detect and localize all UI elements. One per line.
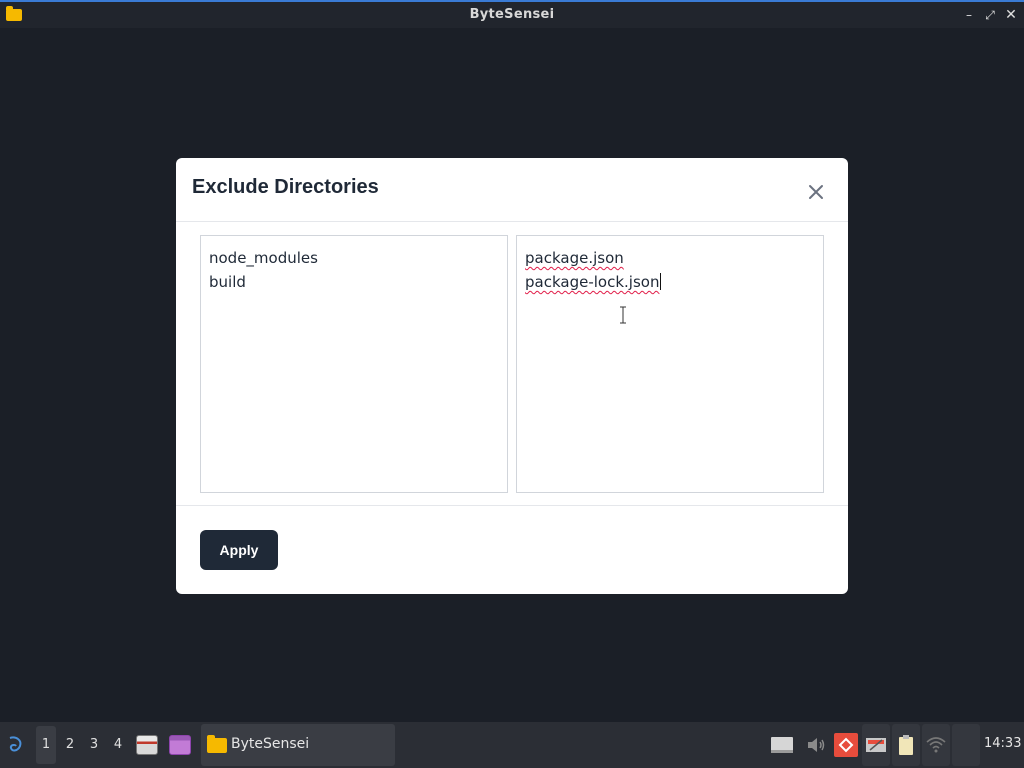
window-titlebar: ByteSensei – ⤢ ✕	[0, 0, 1024, 28]
apply-button[interactable]: Apply	[200, 530, 278, 570]
start-menu-icon[interactable]	[6, 735, 26, 755]
dialog-footer: Apply	[176, 505, 848, 594]
close-icon[interactable]: ✕	[1002, 6, 1020, 24]
tray-slot	[952, 724, 980, 766]
taskbar-item-bytesensei[interactable]: ByteSensei	[201, 724, 395, 766]
file-name: package.json	[525, 249, 624, 267]
dialog-close-button[interactable]	[804, 180, 828, 204]
dialog-title: Exclude Directories	[192, 176, 379, 198]
anydesk-icon[interactable]	[834, 733, 858, 757]
workspace-4[interactable]: 4	[108, 726, 128, 764]
clock[interactable]: 14:33	[984, 736, 1021, 751]
app-launcher-icon[interactable]	[169, 735, 191, 755]
wifi-icon[interactable]	[924, 733, 948, 757]
volume-icon[interactable]	[804, 733, 828, 757]
exclude-directories-dialog: Exclude Directories node_modules build p…	[176, 158, 848, 594]
file-manager-icon[interactable]	[136, 735, 158, 755]
file-line: package.json	[525, 246, 815, 270]
window-title: ByteSensei	[469, 7, 555, 22]
folder-icon	[207, 735, 227, 753]
file-name: package-lock.json	[525, 273, 660, 291]
maximize-icon[interactable]: ⤢	[981, 6, 999, 24]
taskbar: 1 2 3 4 ByteSensei 14:33	[0, 722, 1024, 768]
exclude-files-textarea[interactable]: package.json package-lock.json	[516, 235, 824, 493]
clipboard-icon[interactable]	[894, 733, 918, 757]
dialog-header: Exclude Directories	[176, 158, 848, 222]
exclude-directories-textarea[interactable]: node_modules build	[200, 235, 508, 493]
directory-line: node_modules	[209, 249, 318, 267]
task-label: ByteSensei	[231, 736, 310, 752]
close-icon	[809, 185, 823, 199]
drive-icon[interactable]	[770, 733, 794, 757]
text-caret	[660, 273, 662, 290]
minimize-icon[interactable]: –	[960, 6, 978, 24]
workspace-3[interactable]: 3	[84, 726, 104, 764]
file-line: package-lock.json	[525, 270, 815, 294]
directory-line: build	[209, 273, 246, 291]
screenshot-icon[interactable]	[864, 733, 888, 757]
workspace-2[interactable]: 2	[60, 726, 80, 764]
text-cursor-icon	[620, 306, 626, 324]
workspace-1[interactable]: 1	[36, 726, 56, 764]
